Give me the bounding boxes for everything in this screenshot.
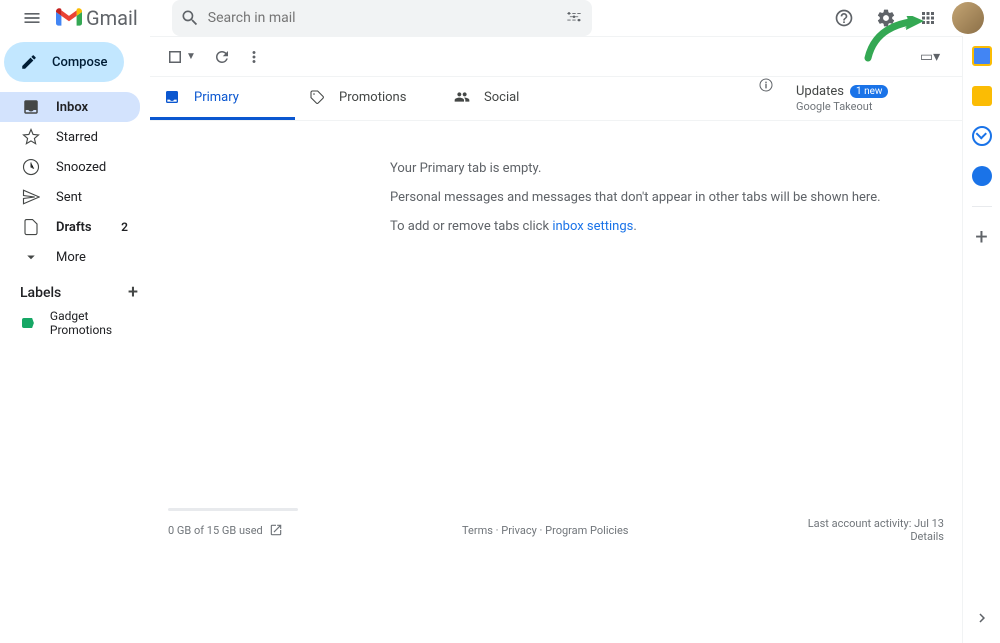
category-tabs: Primary Promotions Social Updates 1 new …: [150, 77, 962, 121]
select-dropdown[interactable]: ▼: [186, 51, 196, 62]
tasks-addon[interactable]: [972, 126, 992, 146]
contacts-addon[interactable]: [972, 166, 992, 186]
tab-updates-label: Updates: [796, 84, 844, 99]
label-name: Gadget Promotions: [50, 309, 138, 337]
tab-social-label: Social: [484, 90, 519, 105]
select-all-checkbox[interactable]: [166, 48, 184, 66]
search-bar[interactable]: [172, 0, 592, 36]
empty-line2: To add or remove tabs click inbox settin…: [390, 219, 962, 234]
compose-button[interactable]: Compose: [4, 42, 124, 82]
help-button[interactable]: [826, 0, 862, 36]
apps-button[interactable]: [910, 0, 946, 36]
footer-links: Terms · Privacy · Program Policies: [462, 524, 628, 537]
search-icon: [180, 8, 200, 28]
checkbox-icon: [166, 48, 184, 66]
terms-link[interactable]: Terms: [462, 524, 493, 537]
nav-starred[interactable]: Starred: [0, 122, 140, 152]
footer: 0 GB of 15 GB used Terms · Privacy · Pro…: [150, 498, 962, 643]
refresh-icon: [213, 48, 231, 66]
sidebar: Compose Inbox Starred Snoozed Sent Draft…: [0, 36, 150, 643]
keep-addon[interactable]: [972, 86, 992, 106]
privacy-link[interactable]: Privacy: [501, 524, 537, 537]
collapse-panel-button[interactable]: [973, 609, 991, 631]
header-actions: [826, 0, 992, 36]
apps-grid-icon: [919, 9, 937, 27]
tab-primary-label: Primary: [194, 90, 239, 105]
settings-button[interactable]: [868, 0, 904, 36]
details-link[interactable]: Details: [910, 530, 944, 543]
tab-social[interactable]: Social: [440, 77, 585, 120]
empty-line1: Personal messages and messages that don'…: [390, 190, 962, 205]
main-content: ▼ ▭▾ Primary Promotions Social: [150, 36, 962, 643]
get-addons-button[interactable]: +: [972, 227, 992, 247]
tab-primary[interactable]: Primary: [150, 77, 295, 120]
gmail-logo-text: Gmail: [86, 6, 138, 30]
file-icon: [22, 218, 40, 236]
inbox-icon: [22, 98, 40, 116]
calendar-addon[interactable]: [972, 46, 992, 66]
empty-title: Your Primary tab is empty.: [390, 161, 962, 176]
label-gadget-promotions[interactable]: Gadget Promotions: [0, 309, 150, 337]
add-label-button[interactable]: +: [128, 282, 138, 303]
account-avatar[interactable]: [952, 2, 984, 34]
help-icon: [834, 8, 854, 28]
tab-promotions-label: Promotions: [339, 90, 406, 105]
gmail-logo[interactable]: Gmail: [56, 6, 138, 30]
search-options-icon[interactable]: [564, 8, 584, 28]
nav-sent-label: Sent: [56, 190, 82, 205]
policies-link[interactable]: Program Policies: [545, 524, 628, 537]
nav-sent[interactable]: Sent: [0, 182, 140, 212]
nav-snoozed[interactable]: Snoozed: [0, 152, 140, 182]
side-panel: +: [962, 36, 1000, 643]
nav-drafts[interactable]: Drafts 2: [0, 212, 140, 242]
primary-tab-icon: [164, 89, 180, 105]
search-input[interactable]: [200, 10, 564, 26]
storage-bar: [168, 508, 298, 511]
chevron-right-icon: [973, 609, 991, 627]
empty-state: Your Primary tab is empty. Personal mess…: [150, 121, 962, 248]
gear-icon: [876, 8, 896, 28]
nav-drafts-label: Drafts: [56, 220, 92, 235]
nav-inbox-label: Inbox: [56, 100, 88, 115]
star-icon: [22, 128, 40, 146]
drafts-count: 2: [121, 220, 128, 234]
hamburger-icon: [22, 8, 42, 28]
label-tag-icon: [22, 318, 34, 328]
compose-label: Compose: [52, 55, 108, 70]
main-menu-button[interactable]: [8, 0, 56, 36]
app-header: Gmail: [0, 0, 1000, 36]
tab-updates[interactable]: Updates 1 new Google Takeout: [782, 77, 962, 120]
mail-toolbar: ▼ ▭▾: [150, 37, 962, 77]
pencil-icon: [20, 53, 38, 71]
chevron-down-icon: [22, 248, 40, 266]
storage-text: 0 GB of 15 GB used: [168, 524, 263, 537]
refresh-button[interactable]: [206, 41, 238, 73]
send-icon: [22, 188, 40, 206]
inbox-settings-link[interactable]: inbox settings: [552, 219, 633, 234]
gmail-icon: [56, 8, 82, 28]
tab-promotions[interactable]: Promotions: [295, 77, 440, 120]
updates-badge: 1 new: [850, 85, 888, 98]
tab-info-icon[interactable]: [758, 77, 774, 93]
nav-snoozed-label: Snoozed: [56, 160, 106, 175]
nav-inbox[interactable]: Inbox: [0, 92, 140, 122]
more-actions-button[interactable]: [238, 41, 270, 73]
updates-subtitle: Google Takeout: [796, 100, 948, 113]
nav-more[interactable]: More: [0, 242, 140, 272]
more-vert-icon: [245, 48, 263, 66]
social-tab-icon: [454, 89, 470, 105]
activity-text: Last account activity: Jul 13: [808, 517, 944, 530]
promotions-tab-icon: [309, 89, 325, 105]
nav-starred-label: Starred: [56, 130, 98, 145]
open-external-icon[interactable]: [269, 523, 283, 537]
labels-header: Labels +: [0, 272, 150, 309]
labels-title: Labels: [20, 285, 61, 301]
clock-icon: [22, 158, 40, 176]
nav-more-label: More: [56, 250, 86, 265]
input-tools-button[interactable]: ▭▾: [914, 41, 946, 73]
